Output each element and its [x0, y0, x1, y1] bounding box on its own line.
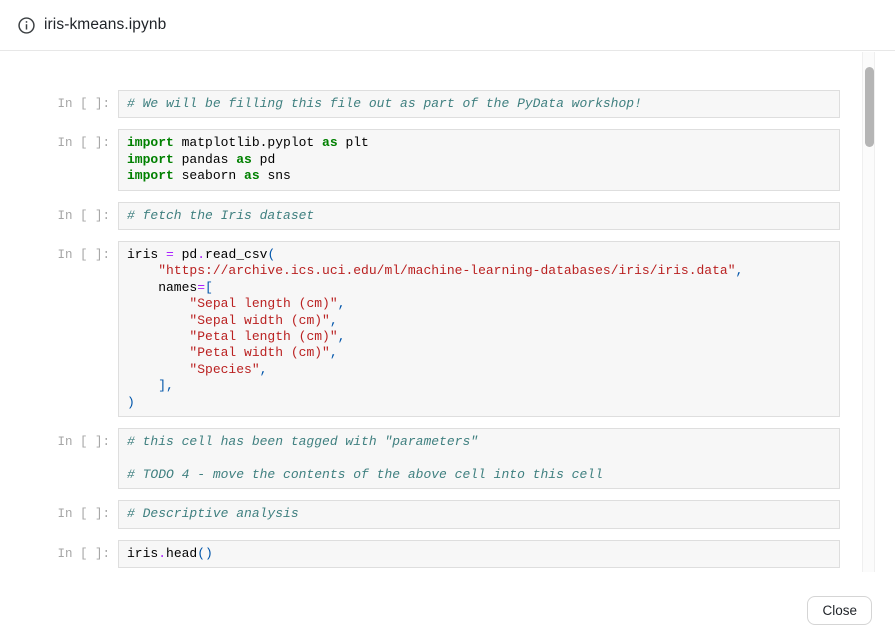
notebook-preview-modal: { "header": { "title": "iris-kmeans.ipyn… [0, 0, 895, 643]
notebook-cell: In [ ]: # this cell has been tagged with … [57, 428, 840, 489]
code-cell: # We will be filling this file out as pa… [118, 90, 840, 118]
code-cell: # fetch the Iris dataset [118, 202, 840, 230]
notebook-cell: In [ ]: iris = pd.read_csv( "https://arch… [57, 241, 840, 417]
code-cell: # Descriptive analysis [118, 500, 840, 528]
notebook-cell: In [ ]: # We will be filling this file ou… [57, 90, 840, 118]
code-cell: iris = pd.read_csv( "https://archive.ics… [118, 241, 840, 417]
scrollbar-thumb[interactable] [865, 67, 874, 147]
notebook-body: In [ ]: # We will be filling this file ou… [0, 52, 895, 573]
code-cell: iris.head() [118, 540, 840, 568]
notebook-cell: In [ ]: import matplotlib.pyplot as plt i… [57, 129, 840, 190]
notebook-cells: In [ ]: # We will be filling this file ou… [0, 52, 895, 568]
cell-prompt: In [ ]: [57, 428, 110, 449]
cell-prompt: In [ ]: [57, 90, 110, 111]
notebook-cell: In [ ]: # fetch the Iris dataset [57, 202, 840, 230]
cell-prompt: In [ ]: [57, 129, 110, 150]
cell-prompt: In [ ]: [57, 202, 110, 223]
scrollbar-track[interactable] [862, 52, 875, 572]
code-cell: import matplotlib.pyplot as plt import p… [118, 129, 840, 190]
info-icon [18, 17, 35, 34]
close-button[interactable]: Close [807, 596, 872, 625]
modal-header: iris-kmeans.ipynb [0, 0, 895, 51]
cell-prompt: In [ ]: [57, 540, 110, 561]
cell-prompt: In [ ]: [57, 241, 110, 262]
notebook-cell: In [ ]: iris.head() [57, 540, 840, 568]
code-cell: # this cell has been tagged with "parame… [118, 428, 840, 489]
file-title: iris-kmeans.ipynb [44, 16, 166, 34]
cell-prompt: In [ ]: [57, 500, 110, 521]
notebook-cell: In [ ]: # Descriptive analysis [57, 500, 840, 528]
